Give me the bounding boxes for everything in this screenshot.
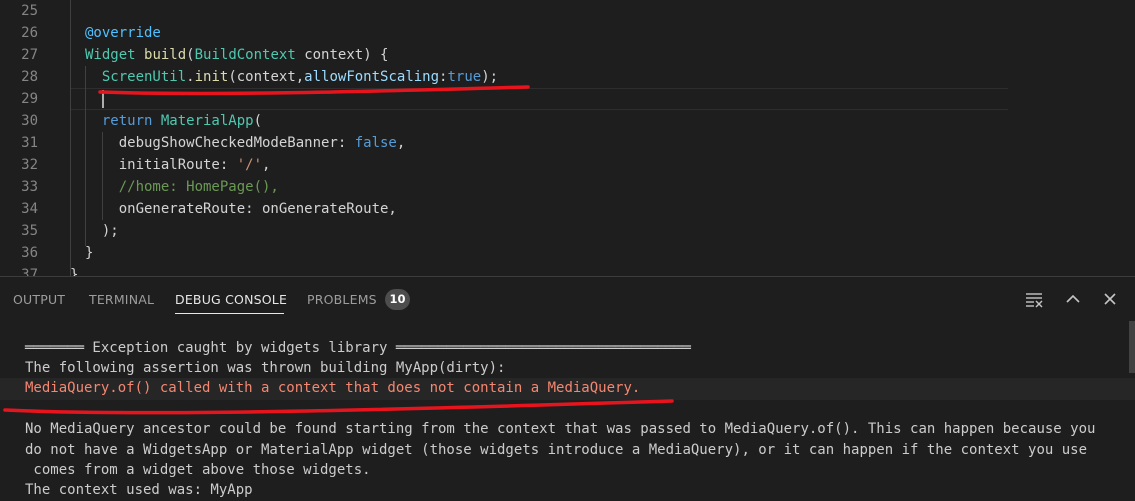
assertion-line: The following assertion was thrown build… xyxy=(25,360,506,376)
active-tab-indicator xyxy=(175,313,284,314)
code-line: 29 xyxy=(0,88,1135,110)
clear-console-icon[interactable] xyxy=(1024,289,1044,309)
error-detail-line-1: No MediaQuery ancestor could be found st… xyxy=(25,421,1096,437)
error-detail-line-2: do not have a WidgetsApp or MaterialApp … xyxy=(25,442,1088,458)
code-text: onGenerateRoute: onGenerateRoute, xyxy=(85,201,397,217)
line-number: 30 xyxy=(21,113,38,129)
line-number: 37 xyxy=(21,267,38,276)
problems-count-badge: 10 xyxy=(385,289,410,310)
line-number: 26 xyxy=(21,25,38,41)
code-text: @override xyxy=(85,25,161,41)
close-panel-icon[interactable] xyxy=(1100,289,1120,309)
text-cursor xyxy=(102,90,104,108)
line-number: 31 xyxy=(21,135,38,151)
line-number: 34 xyxy=(21,201,38,217)
code-line: 35 ); xyxy=(0,220,1135,242)
line-number: 28 xyxy=(21,69,38,85)
line-number: 27 xyxy=(21,47,38,63)
cutoff-line: The context used was: MyApp xyxy=(25,482,253,498)
tab-problems[interactable]: PROBLEMS xyxy=(307,292,377,307)
code-line: 28 ScreenUtil.init(context,allowFontScal… xyxy=(0,66,1135,88)
tab-debug-console[interactable]: DEBUG CONSOLE xyxy=(175,292,287,307)
code-text: ); xyxy=(85,223,119,239)
code-text: debugShowCheckedModeBanner: false, xyxy=(85,135,406,151)
code-text: Widget build(BuildContext context) { xyxy=(85,47,389,63)
code-text: } xyxy=(70,267,79,276)
code-text: initialRoute: '/', xyxy=(85,157,271,173)
code-line: 34 onGenerateRoute: onGenerateRoute, xyxy=(0,198,1135,220)
bottom-panel: OUTPUT TERMINAL DEBUG CONSOLE PROBLEMS 1… xyxy=(0,276,1135,498)
line-number: 36 xyxy=(21,245,38,261)
console-scrollbar[interactable] xyxy=(1129,321,1135,373)
code-line: 32 initialRoute: '/', xyxy=(0,154,1135,176)
code-editor[interactable]: 25 26 @override 27 Widget build(BuildContext… xyxy=(0,0,1135,276)
code-line: 33 //home: HomePage(), xyxy=(0,176,1135,198)
code-text: return MaterialApp( xyxy=(85,113,263,129)
code-line: 25 xyxy=(0,0,1135,22)
error-message: MediaQuery.of() called with a context th… xyxy=(25,380,641,396)
exception-header: ═══════ Exception caught by widgets libr… xyxy=(25,340,691,356)
indent-guide xyxy=(85,66,86,246)
code-line: 37} xyxy=(0,264,1135,276)
line-number: 35 xyxy=(21,223,38,239)
tab-terminal[interactable]: TERMINAL xyxy=(89,292,154,307)
line-number: 32 xyxy=(21,157,38,173)
line-number: 29 xyxy=(21,91,38,107)
tab-output[interactable]: OUTPUT xyxy=(13,292,65,307)
code-text: //home: HomePage(), xyxy=(85,179,279,195)
code-line: 26 @override xyxy=(0,22,1135,44)
code-line: 27 Widget build(BuildContext context) { xyxy=(0,44,1135,66)
indent-guide xyxy=(102,132,103,220)
code-text: } xyxy=(85,245,94,261)
error-detail-line-3: comes from a widget above those widgets. xyxy=(25,462,371,478)
code-text: ScreenUtil.init(context,allowFontScaling… xyxy=(85,69,499,85)
code-line: 36} xyxy=(0,242,1135,264)
line-number: 25 xyxy=(21,3,38,19)
indent-guide xyxy=(70,0,71,276)
line-number: 33 xyxy=(21,179,38,195)
maximize-panel-icon[interactable] xyxy=(1063,289,1083,309)
code-line: 30 return MaterialApp( xyxy=(0,110,1135,132)
panel-tabs: OUTPUT TERMINAL DEBUG CONSOLE PROBLEMS 1… xyxy=(0,277,1135,321)
code-line: 31 debugShowCheckedModeBanner: false, xyxy=(0,132,1135,154)
